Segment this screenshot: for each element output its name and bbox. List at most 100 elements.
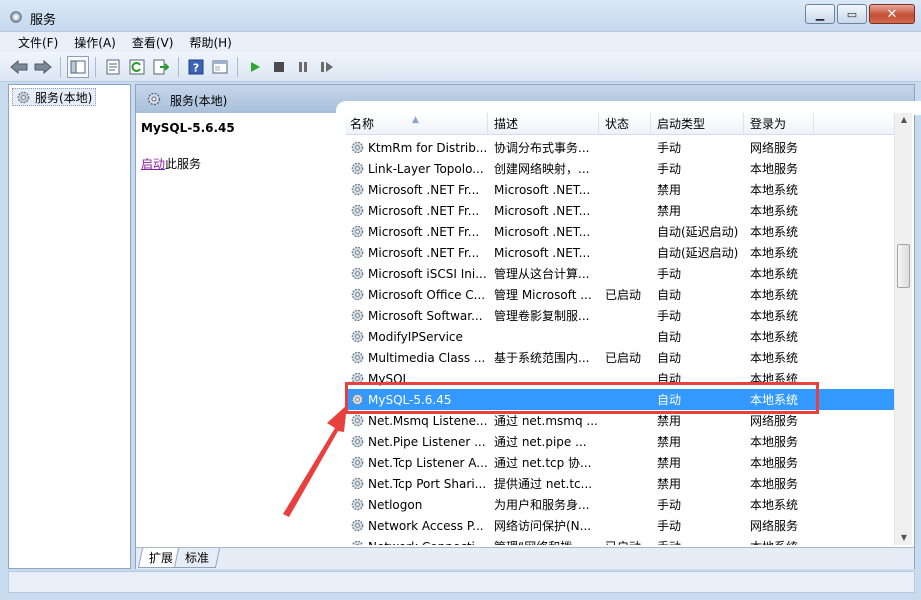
service-row[interactable]: Network Connecti...管理“网络和拨...已启动手动本地系统 bbox=[346, 536, 894, 545]
service-row[interactable]: ModifyIPService 自动 本地系统 bbox=[346, 326, 894, 347]
show-hide-tree-button[interactable] bbox=[67, 55, 89, 78]
help-button[interactable]: ? bbox=[185, 56, 207, 78]
service-row[interactable]: KtmRm for Distrib... 协调分布式事务... 手动 网络服务 bbox=[346, 137, 894, 158]
service-description: 管理 Microsoft ... bbox=[494, 288, 592, 302]
service-description: Microsoft .NET... bbox=[494, 224, 591, 239]
toolbar-separator bbox=[237, 56, 238, 77]
service-row[interactable]: Microsoft Office C... 管理 Microsoft ... 已启动… bbox=[346, 284, 894, 305]
start-service-button[interactable] bbox=[244, 56, 266, 78]
tab-standard[interactable]: 标准 bbox=[173, 548, 221, 568]
service-gear-icon bbox=[351, 288, 364, 301]
start-service-link[interactable]: 启动 bbox=[141, 157, 165, 171]
service-logon-as: 本地系统 bbox=[750, 204, 799, 218]
service-logon-as: 本地系统 bbox=[750, 330, 799, 344]
service-startup-type: 禁用 bbox=[657, 204, 682, 218]
scroll-thumb[interactable] bbox=[897, 244, 910, 288]
service-row[interactable]: Microsoft .NET Fr... Microsoft .NET... 禁用 本… bbox=[346, 200, 894, 221]
service-logon-as: 本地系统 bbox=[750, 309, 799, 323]
menu-action[interactable]: 操作(A) bbox=[66, 34, 124, 51]
close-button[interactable]: ✕ bbox=[869, 4, 915, 24]
restart-service-button[interactable] bbox=[316, 56, 338, 78]
list-header: 名称 ▲ 描述 状态 启动类型 登录为 bbox=[346, 113, 894, 135]
service-row[interactable]: Net.Pipe Listener ... 通过 net.pipe ... 禁用 本地… bbox=[346, 431, 894, 452]
scroll-down-arrow-icon[interactable]: ▼ bbox=[898, 533, 910, 543]
column-header-description[interactable]: 描述 bbox=[488, 113, 599, 135]
description-panel: MySQL-5.6.45 启动此服务 bbox=[136, 113, 346, 545]
service-name-cell: Microsoft .NET Fr... bbox=[346, 203, 488, 218]
column-header-startup-type[interactable]: 启动类型 bbox=[651, 113, 744, 135]
service-description: 管理“网络和拨... bbox=[488, 538, 599, 545]
vertical-scrollbar[interactable]: ▲ ▼ bbox=[894, 113, 912, 545]
menu-file[interactable]: 文件(F) bbox=[10, 34, 66, 51]
service-row[interactable]: Microsoft .NET Fr... Microsoft .NET... 禁用 本… bbox=[346, 179, 894, 200]
service-description: 通过 net.tcp 协... bbox=[494, 456, 592, 470]
service-startup-type: 手动 bbox=[657, 162, 682, 176]
service-row[interactable]: Network Access P... 网络访问保护(N... 手动 网络服务 bbox=[346, 515, 894, 536]
service-name: ModifyIPService bbox=[368, 329, 463, 344]
column-header-label: 状态 bbox=[605, 117, 630, 131]
service-row[interactable]: Net.Tcp Port Shari... 提供通过 net.tc... 禁用 本地服… bbox=[346, 473, 894, 494]
tab-label: 标准 bbox=[185, 551, 210, 565]
service-name-cell: Network Connecti... bbox=[346, 539, 488, 545]
service-row[interactable]: Microsoft .NET Fr... Microsoft .NET... 自动(… bbox=[346, 242, 894, 263]
service-name-cell: Microsoft iSCSI Ini... bbox=[346, 266, 488, 281]
forward-arrow-icon bbox=[34, 59, 52, 74]
service-description: 通过 net.pipe ... bbox=[494, 435, 587, 449]
service-name: Multimedia Class ... bbox=[368, 350, 486, 365]
tree-item-label: 服务(本地) bbox=[35, 90, 93, 105]
column-header-status[interactable]: 状态 bbox=[599, 113, 651, 135]
service-row[interactable]: Microsoft Softwar... 管理卷影复制服... 手动 本地系统 bbox=[346, 305, 894, 326]
service-description: 基于系统范围内... bbox=[494, 351, 590, 365]
service-logon-as: 本地服务 bbox=[750, 435, 799, 449]
service-row[interactable]: Netlogon 为用户和服务身... 手动 本地系统 bbox=[346, 494, 894, 515]
service-name-cell: ModifyIPService bbox=[346, 329, 488, 344]
service-logon-as: 本地系统 bbox=[750, 183, 799, 197]
pause-service-button[interactable] bbox=[292, 56, 314, 78]
service-row[interactable]: Microsoft .NET Fr... Microsoft .NET... 自动(… bbox=[346, 221, 894, 242]
column-header-name[interactable]: 名称 ▲ bbox=[346, 113, 488, 135]
tree-item-services-local[interactable]: 服务(本地) bbox=[12, 88, 97, 106]
service-gear-icon bbox=[351, 498, 364, 511]
export-button[interactable] bbox=[150, 56, 172, 78]
menu-view[interactable]: 查看(V) bbox=[124, 34, 182, 51]
service-row[interactable]: Link-Layer Topolo... 创建网络映射，... 手动 本地服务 bbox=[346, 158, 894, 179]
stop-icon bbox=[274, 61, 284, 72]
service-startup-type: 自动(延迟启动) bbox=[657, 225, 739, 239]
sort-ascending-icon: ▲ bbox=[412, 115, 419, 125]
service-name-cell: Link-Layer Topolo... bbox=[346, 161, 488, 176]
scroll-up-arrow-icon[interactable]: ▲ bbox=[898, 115, 910, 125]
service-name: Net.Tcp Listener A... bbox=[368, 455, 488, 470]
restart-icon bbox=[321, 61, 333, 72]
service-name: Microsoft iSCSI Ini... bbox=[368, 266, 487, 281]
service-name-cell: Net.Tcp Port Shari... bbox=[346, 476, 488, 491]
menu-help[interactable]: 帮助(H) bbox=[181, 34, 239, 51]
service-gear-icon bbox=[351, 540, 364, 545]
service-startup-type: 禁用 bbox=[657, 456, 682, 470]
back-button[interactable] bbox=[8, 56, 30, 78]
maximize-button[interactable]: ▭ bbox=[837, 4, 867, 24]
service-row[interactable]: Microsoft iSCSI Ini... 管理从这台计算... 手动 本地系统 bbox=[346, 263, 894, 284]
refresh-button[interactable] bbox=[126, 56, 148, 78]
service-row[interactable]: Net.Tcp Listener A... 通过 net.tcp 协... 禁用 本地… bbox=[346, 452, 894, 473]
properties-button[interactable] bbox=[102, 56, 124, 78]
column-header-label: 登录为 bbox=[750, 117, 787, 131]
service-gear-icon bbox=[351, 267, 364, 280]
menu-bar: 文件(F) 操作(A) 查看(V) 帮助(H) bbox=[0, 32, 921, 52]
service-gear-icon bbox=[351, 246, 364, 259]
minimize-icon: ▁ bbox=[815, 7, 825, 21]
service-row[interactable]: Multimedia Class ... 基于系统范围内... 已启动 自动 本地系统 bbox=[346, 347, 894, 368]
view-tabs: 扩展 标准 bbox=[136, 547, 914, 569]
service-startup-type: 禁用 bbox=[657, 414, 682, 428]
service-name-cell: Microsoft Softwar... bbox=[346, 308, 488, 323]
console-button[interactable] bbox=[209, 56, 231, 78]
service-gear-icon bbox=[351, 141, 364, 154]
column-header-logon-as[interactable]: 登录为 bbox=[744, 113, 814, 135]
properties-icon bbox=[106, 59, 120, 74]
service-startup-type: 自动 bbox=[657, 288, 682, 302]
services-gear-icon bbox=[17, 91, 30, 103]
title-bar: 服务 ▁ ▭ ✕ bbox=[0, 0, 921, 32]
minimize-button[interactable]: ▁ bbox=[805, 4, 835, 24]
stop-service-button[interactable] bbox=[268, 56, 290, 78]
service-startup-type: 自动 bbox=[657, 351, 682, 365]
forward-button[interactable] bbox=[32, 56, 54, 78]
